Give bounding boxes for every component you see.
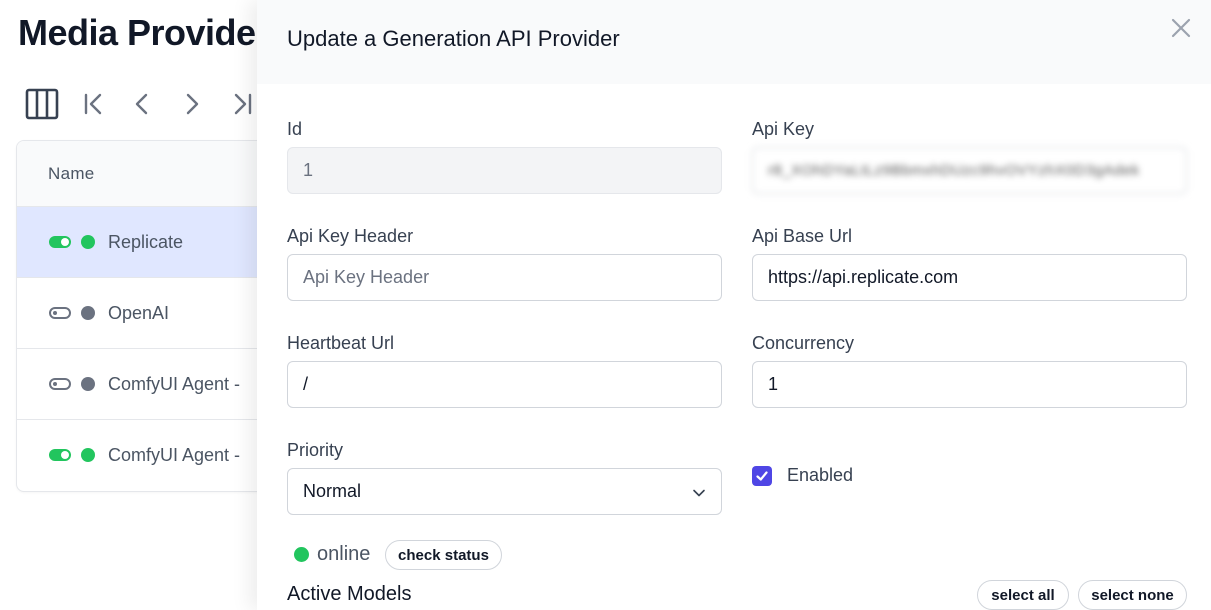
- api-base-url-label: Api Base Url: [752, 226, 853, 246]
- chevron-down-icon: [693, 489, 705, 497]
- provider-name: ComfyUI Agent -: [108, 444, 241, 465]
- concurrency-label: Concurrency: [752, 333, 855, 353]
- provider-name: OpenAI: [108, 302, 170, 323]
- chevron-first-icon: [84, 93, 102, 115]
- prev-page-button[interactable]: [124, 86, 160, 122]
- enabled-label: Enabled: [787, 465, 854, 485]
- edit-provider-panel: Update a Generation API Provider Id Api …: [257, 0, 1211, 610]
- toggle-off-icon: [49, 307, 71, 319]
- check-status-button[interactable]: check status: [385, 540, 502, 570]
- offline-status-dot: [81, 377, 95, 391]
- select-all-button[interactable]: select all: [977, 580, 1069, 610]
- api-key-label: Api Key: [752, 119, 815, 139]
- close-button[interactable]: [1169, 16, 1193, 40]
- online-status-dot: [81, 235, 95, 249]
- toggle-off-icon: [49, 378, 71, 390]
- page-title: Media Providers: [18, 12, 289, 53]
- online-status-dot: [81, 448, 95, 462]
- api-key-field[interactable]: [752, 147, 1187, 194]
- id-field[interactable]: [287, 147, 722, 194]
- online-status-dot: [294, 547, 309, 562]
- active-models-title: Active Models: [287, 583, 412, 605]
- provider-name: ComfyUI Agent -: [108, 373, 241, 394]
- first-page-button[interactable]: [76, 86, 112, 122]
- columns-icon: [25, 88, 59, 120]
- toggle-on-icon: [49, 449, 71, 461]
- offline-status-dot: [81, 306, 95, 320]
- select-none-button[interactable]: select none: [1078, 580, 1187, 610]
- chevron-left-icon: [135, 93, 148, 115]
- concurrency-field[interactable]: [752, 361, 1187, 408]
- api-key-header-label: Api Key Header: [287, 226, 414, 246]
- id-label: Id: [287, 119, 303, 139]
- enabled-checkbox[interactable]: [752, 466, 772, 486]
- columns-button[interactable]: [24, 86, 60, 122]
- next-page-button[interactable]: [174, 86, 210, 122]
- status-text: online: [317, 543, 371, 565]
- heartbeat-url-label: Heartbeat Url: [287, 333, 395, 353]
- chevron-right-icon: [186, 93, 199, 115]
- checkmark-icon: [756, 471, 768, 481]
- close-icon: [1171, 18, 1191, 38]
- panel-header: Update a Generation API Provider: [257, 0, 1211, 84]
- dialog-title: Update a Generation API Provider: [287, 26, 620, 51]
- api-key-header-field[interactable]: [287, 254, 722, 301]
- toggle-on-icon: [49, 236, 71, 248]
- priority-selected-value: Normal: [303, 481, 362, 501]
- priority-label: Priority: [287, 440, 344, 460]
- api-base-url-field[interactable]: [752, 254, 1187, 301]
- chevron-last-icon: [234, 93, 252, 115]
- priority-select[interactable]: Normal: [287, 468, 722, 515]
- heartbeat-url-field[interactable]: [287, 361, 722, 408]
- last-page-button[interactable]: [224, 86, 260, 122]
- provider-name: Replicate: [108, 231, 184, 252]
